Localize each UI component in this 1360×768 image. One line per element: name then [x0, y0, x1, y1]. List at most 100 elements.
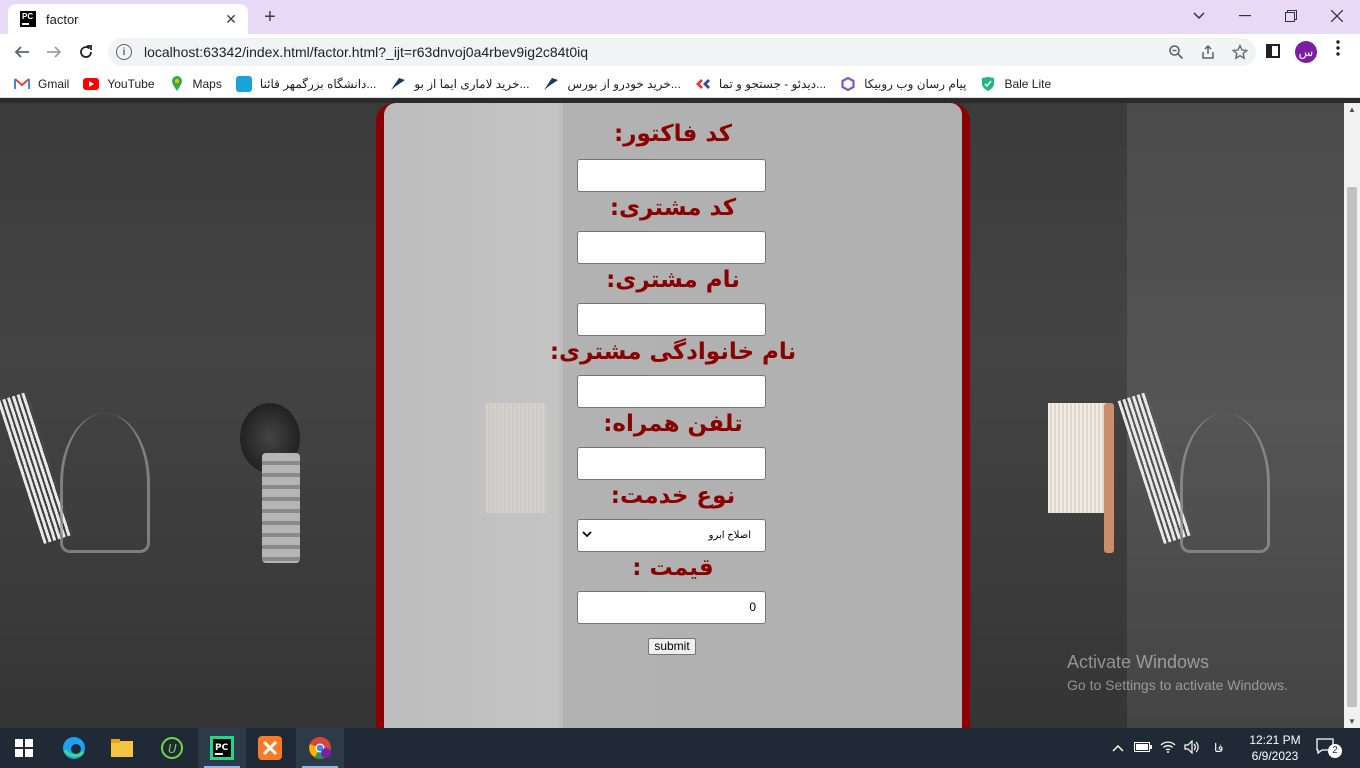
svg-text:PC: PC [215, 743, 229, 753]
svg-text:U: U [168, 742, 177, 756]
chrome-menu-icon[interactable] [1330, 40, 1346, 64]
watermark-title: Activate Windows [1067, 652, 1210, 672]
bookmark-car[interactable]: خرید خودرو از بورس... [543, 72, 681, 96]
bookmark-gmail[interactable]: Gmail [14, 72, 69, 96]
scrollbar-thumb[interactable] [1347, 187, 1357, 707]
video-icon [695, 76, 711, 92]
upwork-icon[interactable]: U [148, 728, 196, 768]
customer-code-label: کد مشتری: [609, 195, 737, 221]
customer-family-input[interactable] [577, 375, 766, 408]
bookmark-star-icon[interactable] [1224, 44, 1256, 60]
service-type-label: نوع خدمت: [610, 483, 736, 509]
xampp-icon[interactable] [246, 728, 294, 768]
chevron-down-icon [582, 527, 592, 541]
site-info-icon[interactable]: i [116, 44, 132, 60]
bookmark-youtube[interactable]: YouTube [83, 72, 155, 96]
page-viewport: کد فاکتور: کد مشتری: نام مشتری: نام خانو… [0, 103, 1344, 728]
bookmark-label: دیدئو - جستجو و تما... [718, 76, 827, 91]
windows-start-icon[interactable] [0, 728, 48, 768]
price-input[interactable]: 0 [577, 591, 766, 624]
share-icon[interactable] [1192, 44, 1224, 60]
invoice-code-input[interactable] [577, 159, 766, 192]
price-label: قیمت : [632, 555, 714, 581]
system-tray: فا [1112, 728, 1223, 768]
edge-icon[interactable] [50, 728, 98, 768]
back-button[interactable] [10, 40, 34, 64]
bookmark-label: Gmail [38, 76, 70, 91]
pycharm-icon[interactable]: PC [198, 728, 246, 768]
browser-tab[interactable]: PC factor ✕ [8, 4, 248, 34]
service-selected-value: اصلاح ابرو [708, 530, 751, 541]
notification-count-badge: 2 [1328, 744, 1342, 758]
bookmark-label: دانشگاه بزرگمهر قائنا... [259, 76, 377, 91]
taskbar-clock[interactable]: 12:21 PM 6/9/2023 [1240, 732, 1310, 764]
rubika-icon [840, 76, 856, 92]
battery-icon[interactable] [1134, 741, 1152, 755]
bookmark-lamari[interactable]: خرید لاماری ایما از بو... [390, 72, 529, 96]
price-value: 0 [749, 600, 756, 614]
university-icon [235, 75, 252, 92]
customer-code-input[interactable] [577, 231, 766, 264]
chevron-up-icon[interactable] [1112, 741, 1124, 755]
maps-icon [169, 75, 185, 92]
invoice-code-label: کد فاکتور: [614, 121, 732, 147]
bookmark-maps[interactable]: Maps [169, 72, 222, 96]
pycharm-favicon-icon: PC [20, 11, 36, 27]
notification-center-icon[interactable]: 2 [1316, 738, 1342, 758]
minimize-button[interactable] [1222, 0, 1268, 32]
customer-name-label: نام مشتری: [606, 267, 740, 293]
form-panel-border: کد فاکتور: کد مشتری: نام مشتری: نام خانو… [376, 103, 970, 728]
bookmark-label: پیام رسان وب روبیکا [864, 76, 967, 91]
clock-time: 12:21 PM [1249, 733, 1301, 747]
tab-strip: PC factor ✕ + [0, 0, 1360, 34]
scroll-down-icon[interactable]: ▼ [1348, 717, 1356, 726]
bookmark-rubika[interactable]: پیام رسان وب روبیکا [840, 72, 966, 96]
form-panel: کد فاکتور: کد مشتری: نام مشتری: نام خانو… [384, 103, 962, 728]
close-window-button[interactable] [1314, 0, 1360, 32]
address-toolbar: i localhost:63342/index.html/factor.html… [0, 34, 1360, 70]
file-explorer-icon[interactable] [98, 728, 146, 768]
side-panel-icon[interactable] [1266, 44, 1280, 58]
language-indicator[interactable]: فا [1214, 741, 1223, 755]
zoom-icon[interactable] [1160, 44, 1192, 60]
tab-title: factor [46, 11, 79, 27]
customer-name-input[interactable] [577, 303, 766, 336]
bookmark-label: خرید خودرو از بورس... [567, 76, 681, 91]
mobile-label: تلفن همراه: [603, 411, 743, 437]
mobile-input[interactable] [577, 447, 766, 480]
url-text[interactable]: localhost:63342/index.html/factor.html?_… [144, 44, 1160, 60]
page-scrollbar[interactable]: ▲ ▼ [1344, 103, 1360, 728]
reload-button[interactable] [74, 40, 98, 64]
service-type-select[interactable]: اصلاح ابرو [577, 519, 766, 552]
bourse-icon [543, 76, 559, 92]
bourse-icon [390, 76, 406, 92]
bookmark-label: Bale Lite [1004, 76, 1052, 91]
chrome-icon[interactable] [296, 728, 344, 768]
bale-icon [980, 76, 996, 92]
forward-button[interactable] [42, 40, 66, 64]
scroll-up-icon[interactable]: ▲ [1348, 105, 1356, 114]
tab-search-icon[interactable] [1176, 0, 1222, 32]
restore-button[interactable] [1268, 0, 1314, 32]
wifi-icon[interactable] [1160, 740, 1176, 756]
volume-icon[interactable] [1184, 739, 1200, 757]
bookmark-label: YouTube [107, 76, 155, 91]
gmail-icon [14, 76, 30, 92]
clock-date: 6/9/2023 [1251, 749, 1299, 763]
invoice-form: کد فاکتور: کد مشتری: نام مشتری: نام خانو… [384, 103, 962, 728]
bookmark-university[interactable]: دانشگاه بزرگمهر قائنا... [235, 72, 377, 96]
new-tab-button[interactable]: + [260, 6, 280, 28]
windows-taskbar: U PC فا 12:21 PM 6/9/2023 2 [0, 728, 1360, 768]
bookmark-label: Maps [192, 76, 222, 91]
address-bar[interactable]: i localhost:63342/index.html/factor.html… [108, 38, 1256, 66]
watermark-subtitle: Go to Settings to activate Windows. [1067, 677, 1288, 693]
bookmark-video[interactable]: دیدئو - جستجو و تما... [695, 72, 826, 96]
activate-windows-watermark: Activate Windows Go to Settings to activ… [1067, 652, 1288, 693]
profile-avatar[interactable]: س [1295, 41, 1317, 63]
bookmarks-bar: Gmail YouTube Maps دانشگاه بزرگمهر قائنا… [0, 70, 1360, 98]
bookmark-label: خرید لاماری ایما از بو... [414, 76, 530, 91]
bookmark-bale[interactable]: Bale Lite [980, 72, 1051, 96]
tab-close-icon[interactable]: ✕ [222, 11, 240, 28]
customer-family-label: نام خانوادگی مشتری: [549, 339, 797, 365]
submit-button[interactable]: submit [648, 638, 696, 655]
